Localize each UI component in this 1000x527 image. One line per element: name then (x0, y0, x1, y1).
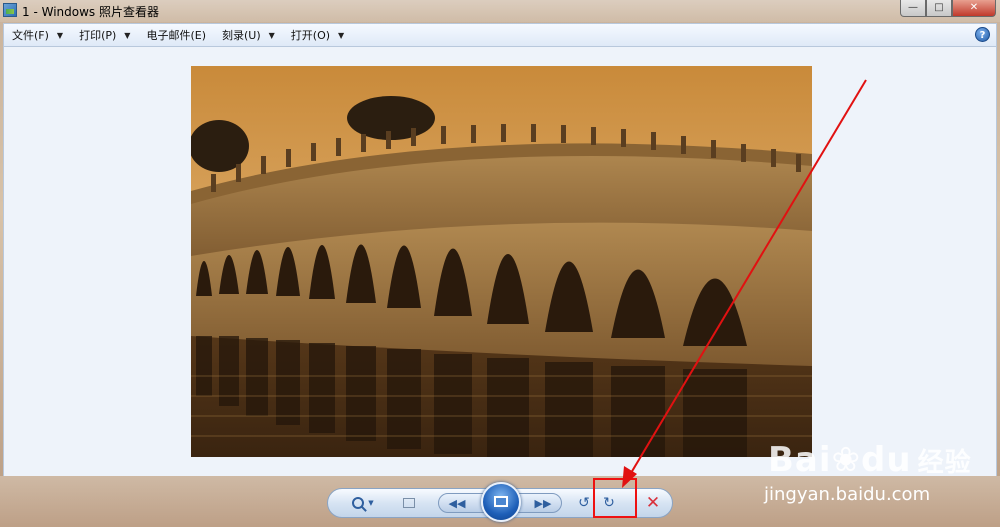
photo-image[interactable] (191, 66, 812, 457)
rotate-counterclockwise-button[interactable]: ↺ (573, 494, 595, 512)
close-button[interactable]: ✕ (952, 0, 996, 17)
slideshow-icon (494, 496, 508, 507)
chevron-down-icon: ▼ (124, 30, 131, 40)
chevron-down-icon: ▼ (56, 30, 64, 40)
photo-viewer-window: 1 - Windows 照片查看器 — □ ✕ 文件(F) ▼ 打印(P) ▼ … (0, 0, 1000, 527)
zoom-icon (352, 497, 365, 509)
photo-viewer-app-icon (3, 3, 17, 17)
previous-icon: ◀◀ (448, 496, 466, 510)
menu-file[interactable]: 文件(F) ▼ (4, 25, 71, 45)
watermark-logo-text-mid: du (861, 440, 912, 480)
rotate-counterclockwise-icon: ↺ (578, 495, 590, 511)
paw-icon: ❀ (831, 440, 862, 480)
chevron-down-icon: ▼ (368, 499, 374, 507)
watermark-logo-text: Bai (768, 440, 832, 480)
menu-bar: 文件(F) ▼ 打印(P) ▼ 电子邮件(E) 刻录(U) ▼ 打开(O) ▼ … (3, 23, 997, 47)
actual-size-icon (403, 498, 415, 508)
menu-print-label: 打印(P) (79, 29, 117, 42)
watermark-logo-cn: 经验 (917, 448, 972, 478)
annotation-highlight-box (593, 478, 637, 518)
bridge-photo-illustration (191, 66, 812, 457)
menu-burn-label: 刻录(U) (222, 29, 261, 42)
chevron-down-icon: ▼ (338, 30, 345, 40)
menu-file-label: 文件(F) (12, 29, 49, 42)
delete-button[interactable]: ✕ (642, 493, 664, 513)
title-bar[interactable]: 1 - Windows 照片查看器 — □ ✕ (0, 0, 1000, 22)
previous-button[interactable]: ◀◀ (444, 494, 470, 512)
next-button[interactable]: ▶▶ (530, 494, 556, 512)
menu-print[interactable]: 打印(P) ▼ (71, 25, 138, 45)
delete-icon: ✕ (645, 493, 661, 513)
zoom-button[interactable]: ▼ (348, 494, 378, 512)
slideshow-button[interactable] (481, 482, 521, 522)
maximize-button[interactable]: □ (926, 0, 952, 17)
window-title: 1 - Windows 照片查看器 (22, 5, 159, 19)
menu-open-label: 打开(O) (290, 29, 331, 42)
menu-email-label: 电子邮件(E) (146, 29, 206, 42)
menu-email[interactable]: 电子邮件(E) (138, 25, 214, 45)
actual-size-button[interactable] (398, 494, 420, 512)
watermark-url: jingyan.baidu.com (764, 484, 931, 505)
minimize-button[interactable]: — (900, 0, 926, 17)
baidu-watermark-logo: Bai❀du 经验 (768, 440, 972, 480)
menu-open[interactable]: 打开(O) ▼ (283, 25, 352, 45)
chevron-down-icon: ▼ (268, 30, 275, 40)
help-icon[interactable]: ? (975, 27, 990, 42)
menu-burn[interactable]: 刻录(U) ▼ (214, 25, 283, 45)
next-icon: ▶▶ (534, 496, 552, 510)
image-viewport (3, 47, 997, 476)
window-controls: — □ ✕ (900, 0, 996, 18)
